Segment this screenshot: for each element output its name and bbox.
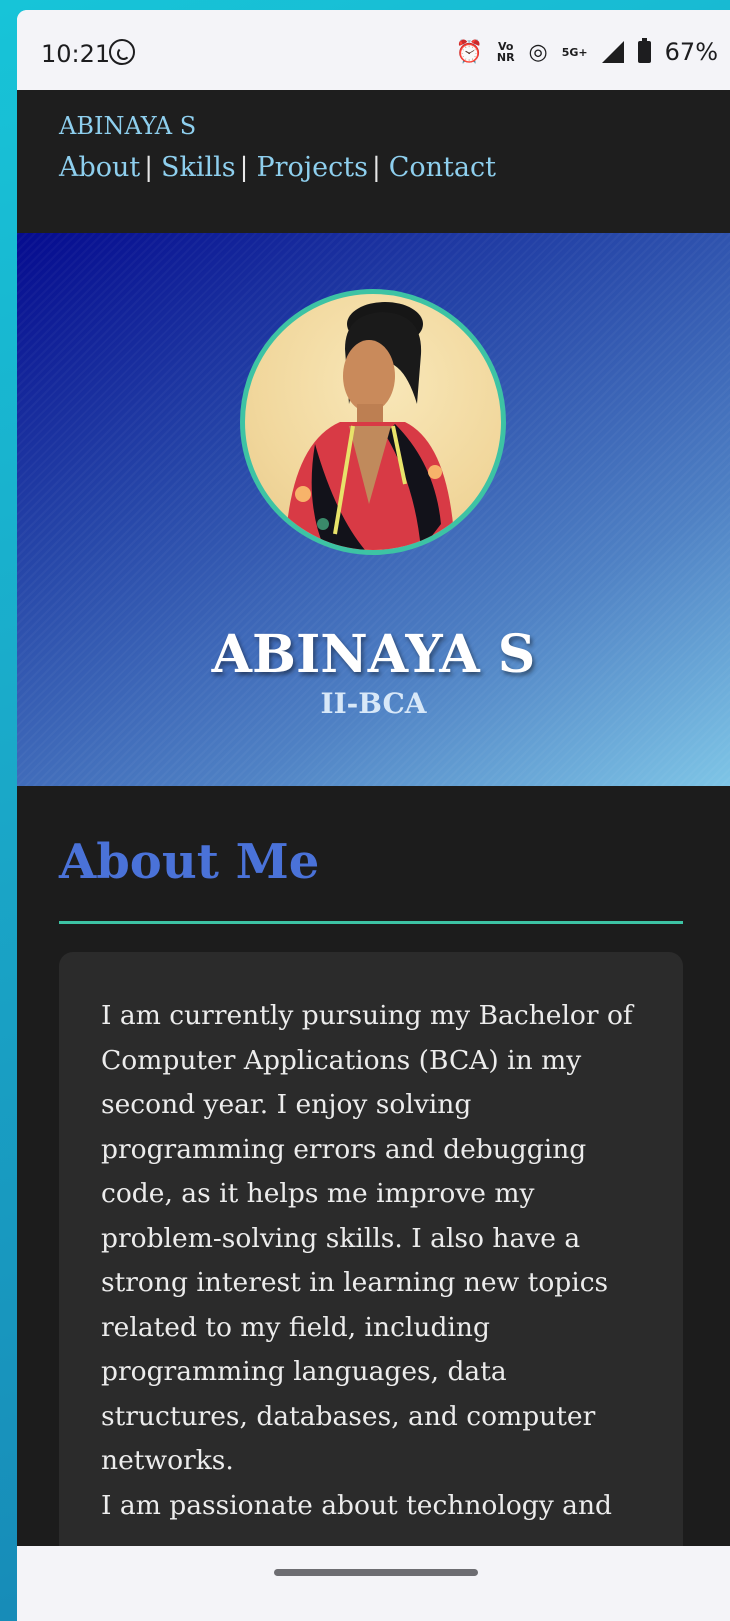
nav-link-projects[interactable]: Projects	[256, 152, 368, 183]
status-icons: ⏰ Vo NR ◎ 5G+ 67%	[455, 38, 718, 66]
nav-link-about[interactable]: About	[59, 152, 140, 183]
phone-screen: 10:21 ⏰ Vo NR ◎ 5G+ 67% ABINAYA S About …	[17, 10, 730, 1621]
nav-link-contact[interactable]: Contact	[389, 152, 496, 183]
nav-separator: |	[371, 152, 381, 183]
battery-percent: 67%	[664, 38, 718, 66]
volte-label-bottom: NR	[496, 51, 515, 64]
volte-icon: Vo NR	[497, 41, 515, 63]
site-navbar: ABINAYA S About | Skills | Projects | Co…	[17, 90, 730, 233]
about-paragraph: I am currently pursuing my Bachelor of C…	[101, 1000, 633, 1476]
hero-name: ABINAYA S	[211, 623, 536, 685]
profile-person-icon	[285, 302, 455, 550]
nav-link-skills[interactable]: Skills	[161, 152, 236, 183]
alarm-icon: ⏰	[455, 39, 483, 65]
gesture-handle[interactable]	[274, 1569, 478, 1576]
whatsapp-icon	[109, 39, 135, 65]
hotspot-icon: ◎	[528, 39, 548, 65]
about-paragraph: I am passionate about technology and	[101, 1490, 612, 1521]
section-divider	[59, 921, 683, 924]
hero-subtitle: II-BCA	[320, 687, 427, 720]
signal-icon	[601, 41, 624, 63]
system-nav-bar	[17, 1546, 730, 1621]
about-card: I am currently pursuing my Bachelor of C…	[59, 952, 683, 1592]
about-title: About Me	[59, 834, 320, 890]
about-section: About Me I am currently pursuing my Bach…	[17, 786, 730, 1592]
nav-links: About | Skills | Projects | Contact	[59, 152, 496, 183]
status-bar: 10:21 ⏰ Vo NR ◎ 5G+ 67%	[17, 10, 730, 90]
network-type: 5G+	[561, 45, 588, 59]
profile-photo	[240, 289, 506, 555]
hero-section: ABINAYA S II-BCA	[17, 233, 730, 786]
status-time: 10:21	[41, 40, 111, 68]
battery-icon	[637, 38, 651, 63]
nav-separator: |	[144, 152, 154, 183]
nav-separator: |	[239, 152, 249, 183]
site-brand[interactable]: ABINAYA S	[59, 112, 196, 140]
